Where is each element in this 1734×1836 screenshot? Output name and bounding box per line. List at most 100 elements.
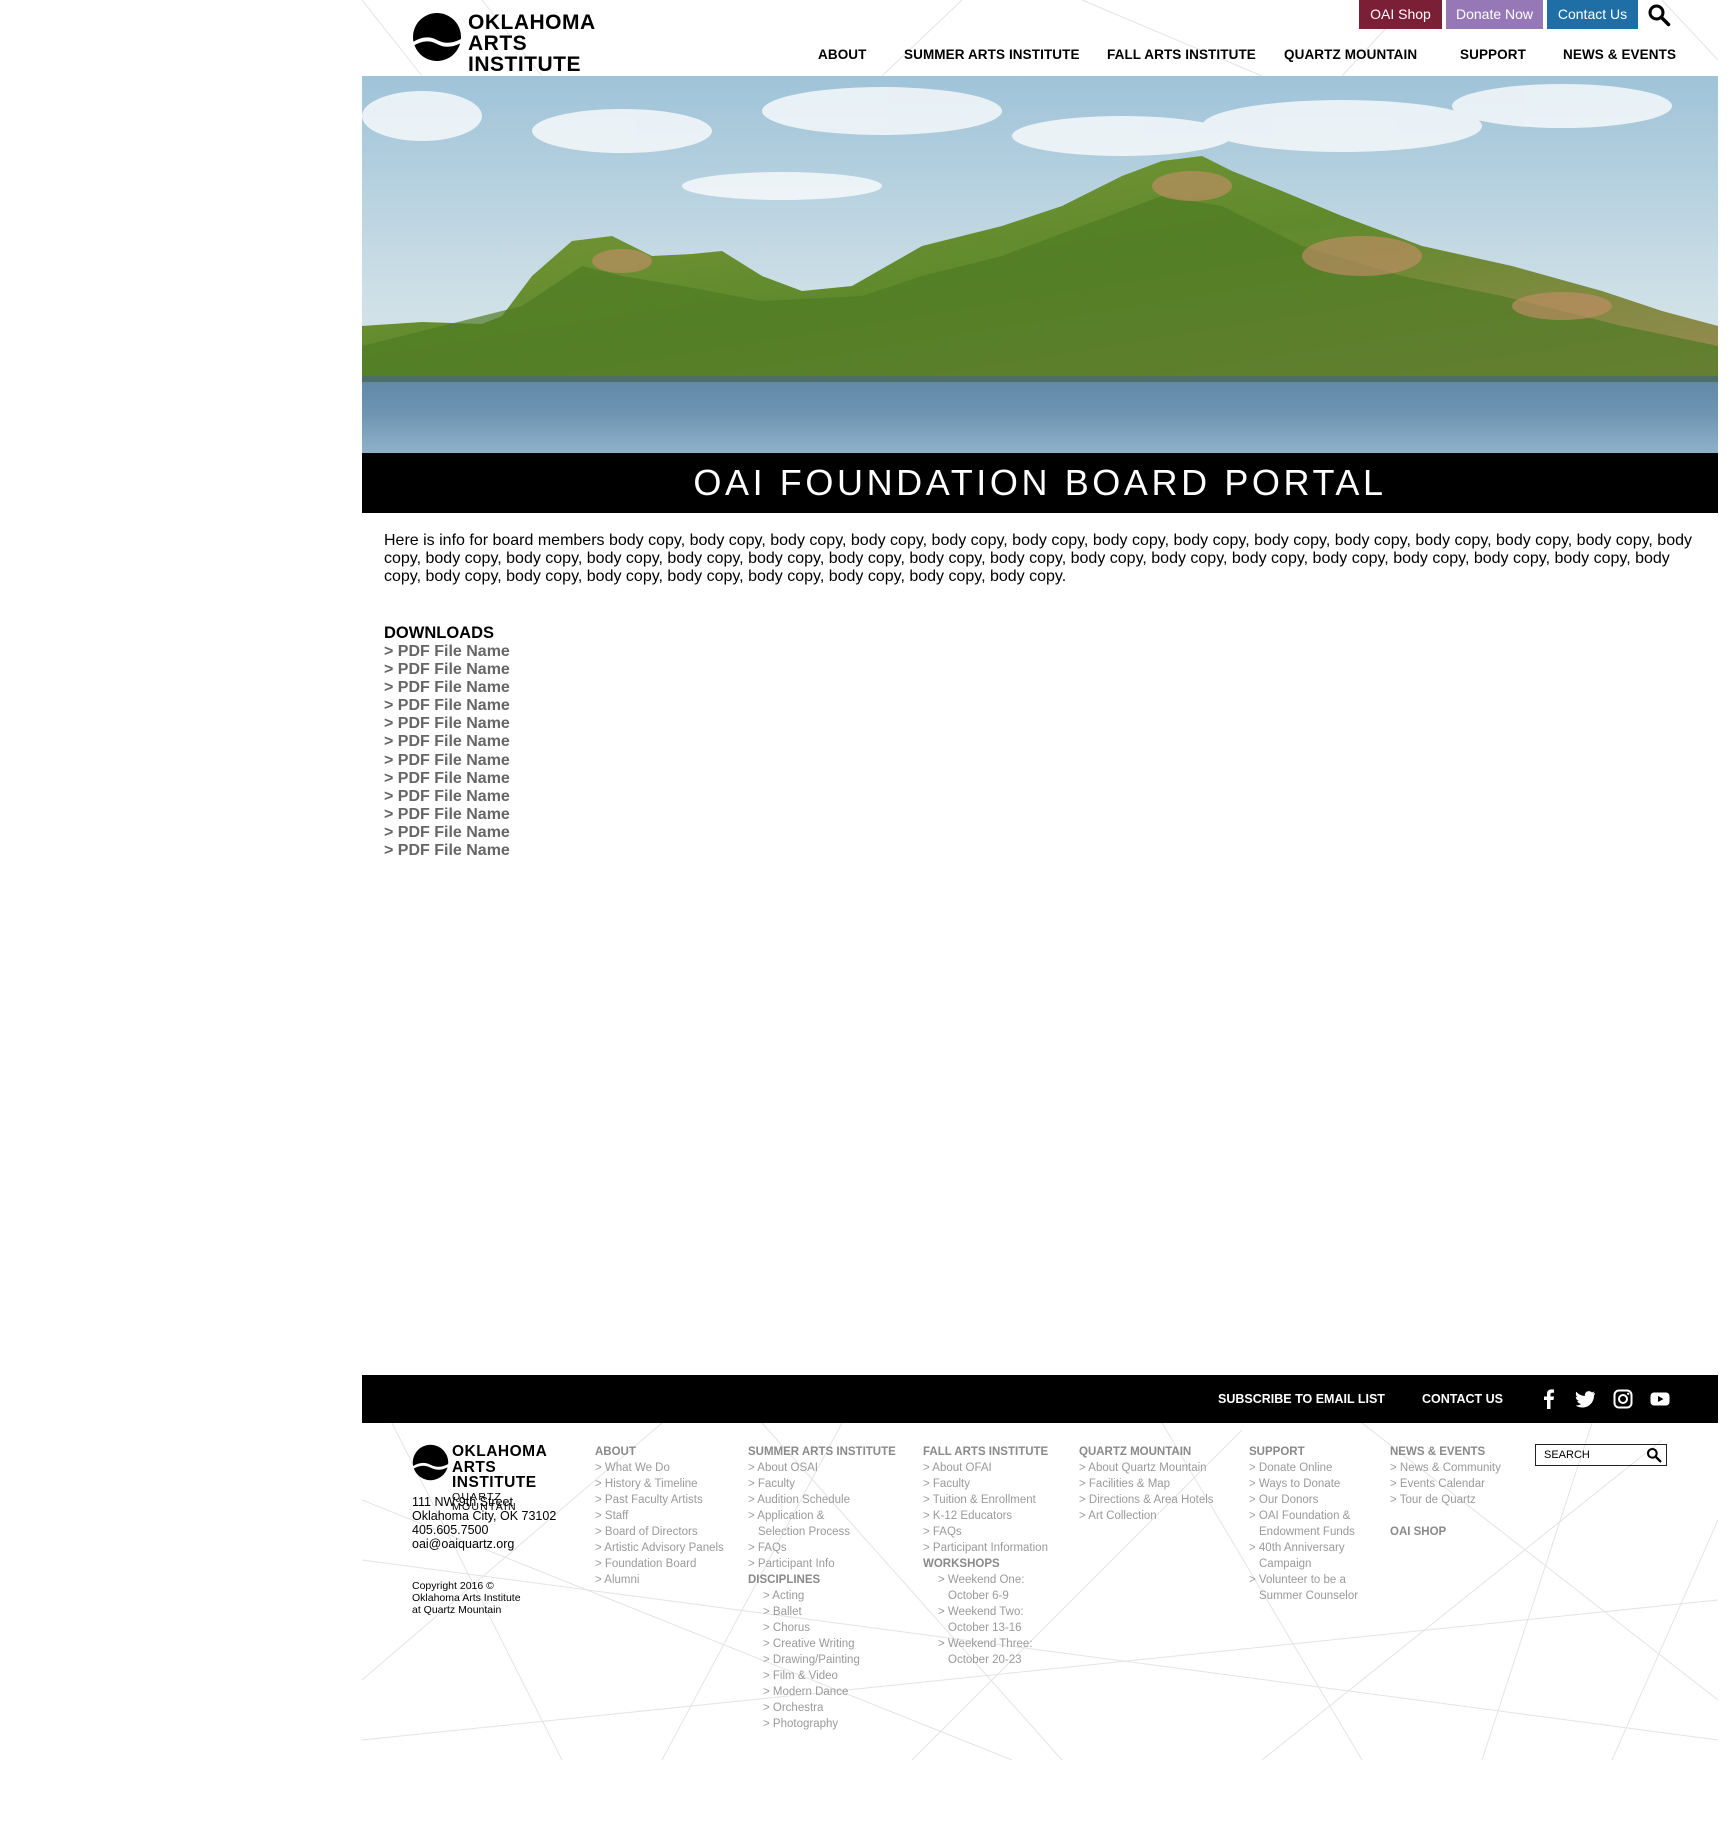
footer-heading-shop[interactable]: OAI SHOP [1390, 1524, 1501, 1540]
download-item[interactable]: > PDF File Name [384, 733, 510, 751]
download-item[interactable]: > PDF File Name [384, 661, 510, 679]
download-item[interactable]: > PDF File Name [384, 697, 510, 715]
footer-link[interactable]: > Artistic Advisory Panels [595, 1540, 724, 1556]
footer-link[interactable]: > Events Calendar [1390, 1476, 1501, 1492]
footer-link[interactable]: > 40th Anniversary Campaign [1249, 1540, 1359, 1572]
footer-link[interactable]: > Weekend Two: October 13-16 [923, 1604, 1038, 1636]
footer-link[interactable]: > Tour de Quartz [1390, 1492, 1501, 1508]
footer-link[interactable]: > About OFAI [923, 1460, 1063, 1476]
footer-link[interactable]: > Ballet [748, 1604, 898, 1620]
footer-link[interactable]: > Volunteer to be a Summer Counselor [1249, 1572, 1374, 1604]
address-email[interactable]: oai@oaiquartz.org [412, 1537, 556, 1552]
download-item[interactable]: > PDF File Name [384, 842, 510, 860]
footer-link[interactable]: > Faculty [748, 1476, 898, 1492]
pdf-link[interactable]: > PDF File Name [384, 715, 510, 732]
footer-heading-news[interactable]: NEWS & EVENTS [1390, 1444, 1501, 1460]
footer-link[interactable]: > Ways to Donate [1249, 1476, 1364, 1492]
footer-link[interactable]: > Participant Info [748, 1556, 898, 1572]
site-logo[interactable]: OKLAHOMA ARTS INSTITUTE QUARTZ MOUNTAIN [412, 11, 618, 105]
footer-link[interactable]: > About OSAI [748, 1460, 898, 1476]
footer-link[interactable]: > Chorus [748, 1620, 898, 1636]
nav-support[interactable]: SUPPORT [1460, 47, 1526, 62]
download-item[interactable]: > PDF File Name [384, 643, 510, 661]
twitter-icon[interactable] [1574, 1388, 1596, 1410]
download-item[interactable]: > PDF File Name [384, 806, 510, 824]
footer-link[interactable]: > Donate Online [1249, 1460, 1364, 1476]
footer-link[interactable]: > Board of Directors [595, 1524, 724, 1540]
footer-heading-summer[interactable]: SUMMER ARTS INSTITUTE [748, 1444, 898, 1460]
nav-summer-arts-institute[interactable]: SUMMER ARTS INSTITUTE [904, 47, 1080, 62]
instagram-icon[interactable] [1612, 1388, 1634, 1410]
subscribe-link[interactable]: SUBSCRIBE TO EMAIL LIST [1218, 1392, 1385, 1406]
contact-us-button[interactable]: Contact Us [1547, 0, 1638, 29]
footer-link[interactable]: > Orchestra [748, 1700, 898, 1716]
footer-link[interactable]: > Alumni [595, 1572, 724, 1588]
download-item[interactable]: > PDF File Name [384, 824, 510, 842]
footer-link[interactable]: > Past Faculty Artists [595, 1492, 724, 1508]
download-item[interactable]: > PDF File Name [384, 679, 510, 697]
donate-now-button[interactable]: Donate Now [1446, 0, 1543, 29]
footer-link[interactable]: > What We Do [595, 1460, 724, 1476]
footer-link[interactable]: > Film & Video [748, 1668, 898, 1684]
footer-link[interactable]: > Facilities & Map [1079, 1476, 1214, 1492]
footer-link[interactable]: > FAQs [748, 1540, 898, 1556]
pdf-link[interactable]: > PDF File Name [384, 752, 510, 769]
search-icon[interactable] [1647, 3, 1671, 27]
pdf-link[interactable]: > PDF File Name [384, 661, 510, 678]
footer-link[interactable]: > Art Collection [1079, 1508, 1214, 1524]
search-icon[interactable] [1646, 1447, 1662, 1463]
pdf-link[interactable]: > PDF File Name [384, 806, 510, 823]
footer-link[interactable]: > Faculty [923, 1476, 1063, 1492]
footer-link[interactable]: > News & Community [1390, 1460, 1501, 1476]
footer-link[interactable]: > Tuition & Enrollment [923, 1492, 1063, 1508]
pdf-link[interactable]: > PDF File Name [384, 697, 510, 714]
footer-link[interactable]: > Acting [748, 1588, 898, 1604]
pdf-link[interactable]: > PDF File Name [384, 643, 510, 660]
footer-link[interactable]: > About Quartz Mountain [1079, 1460, 1214, 1476]
footer-heading-support[interactable]: SUPPORT [1249, 1444, 1364, 1460]
footer-link[interactable]: > Application & Selection Process [748, 1508, 858, 1540]
logo-line-2: ARTS INSTITUTE [452, 1458, 537, 1491]
nav-fall-arts-institute[interactable]: FALL ARTS INSTITUTE [1107, 47, 1256, 62]
footer-link[interactable]: > Weekend One: October 6-9 [923, 1572, 1038, 1604]
footer-link[interactable]: > Photography [748, 1716, 898, 1732]
pdf-link[interactable]: > PDF File Name [384, 733, 510, 750]
nav-quartz-mountain[interactable]: QUARTZ MOUNTAIN [1284, 47, 1417, 62]
oai-shop-button[interactable]: OAI Shop [1359, 0, 1442, 29]
pdf-link[interactable]: > PDF File Name [384, 788, 510, 805]
footer-link[interactable]: > Foundation Board [595, 1556, 724, 1572]
footer-heading-fall[interactable]: FALL ARTS INSTITUTE [923, 1444, 1063, 1460]
footer-link[interactable]: > OAI Foundation & Endowment Funds [1249, 1508, 1369, 1540]
pdf-link[interactable]: > PDF File Name [384, 679, 510, 696]
footer-link[interactable]: > FAQs [923, 1524, 1063, 1540]
download-item[interactable]: > PDF File Name [384, 788, 510, 806]
footer-link[interactable]: > Audition Schedule [748, 1492, 898, 1508]
download-item[interactable]: > PDF File Name [384, 770, 510, 788]
facebook-icon[interactable] [1538, 1388, 1560, 1410]
footer-logo[interactable]: OKLAHOMA ARTS INSTITUTE QUARTZ MOUNTAIN [412, 1444, 558, 1512]
footer-heading-about[interactable]: ABOUT [595, 1444, 724, 1460]
footer-link[interactable]: > Drawing/Painting [748, 1652, 898, 1668]
footer-link[interactable]: > Our Donors [1249, 1492, 1364, 1508]
footer-link[interactable]: > Modern Dance [748, 1684, 898, 1700]
footer-link[interactable]: > K-12 Educators [923, 1508, 1063, 1524]
footer-link[interactable]: > Creative Writing [748, 1636, 898, 1652]
pdf-link[interactable]: > PDF File Name [384, 770, 510, 787]
page: OKLAHOMA ARTS INSTITUTE QUARTZ MOUNTAIN … [362, 0, 1718, 1836]
download-item[interactable]: > PDF File Name [384, 752, 510, 770]
footer-search-input[interactable]: SEARCH [1535, 1444, 1667, 1466]
footer-link[interactable]: > Directions & Area Hotels [1079, 1492, 1214, 1508]
youtube-icon[interactable] [1649, 1388, 1671, 1410]
footer-link[interactable]: > Participant Information [923, 1540, 1063, 1556]
footer-link[interactable]: > Staff [595, 1508, 724, 1524]
nav-news-events[interactable]: NEWS & EVENTS [1563, 47, 1676, 62]
footer-link[interactable]: > History & Timeline [595, 1476, 724, 1492]
footer-contact-link[interactable]: CONTACT US [1422, 1392, 1503, 1406]
pdf-link[interactable]: > PDF File Name [384, 842, 510, 859]
footer-link[interactable]: > Weekend Three: October 20-23 [923, 1636, 1048, 1668]
logo-line-1: OKLAHOMA [468, 11, 596, 34]
pdf-link[interactable]: > PDF File Name [384, 824, 510, 841]
footer-heading-quartz[interactable]: QUARTZ MOUNTAIN [1079, 1444, 1214, 1460]
nav-about[interactable]: ABOUT [818, 47, 867, 62]
download-item[interactable]: > PDF File Name [384, 715, 510, 733]
